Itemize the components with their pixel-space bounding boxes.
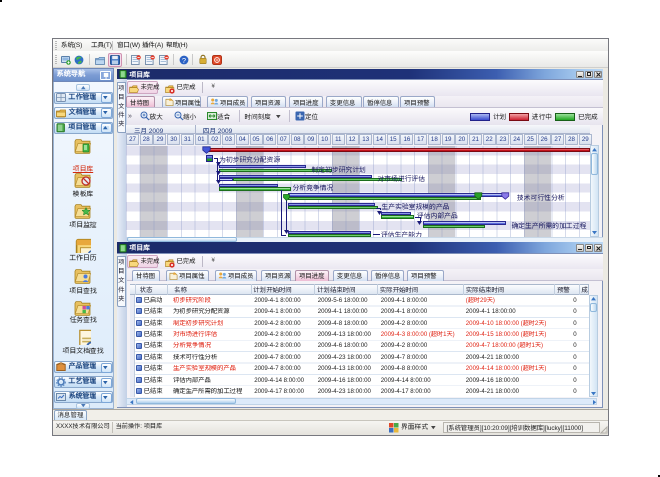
svg-text:?: ? <box>182 56 186 65</box>
